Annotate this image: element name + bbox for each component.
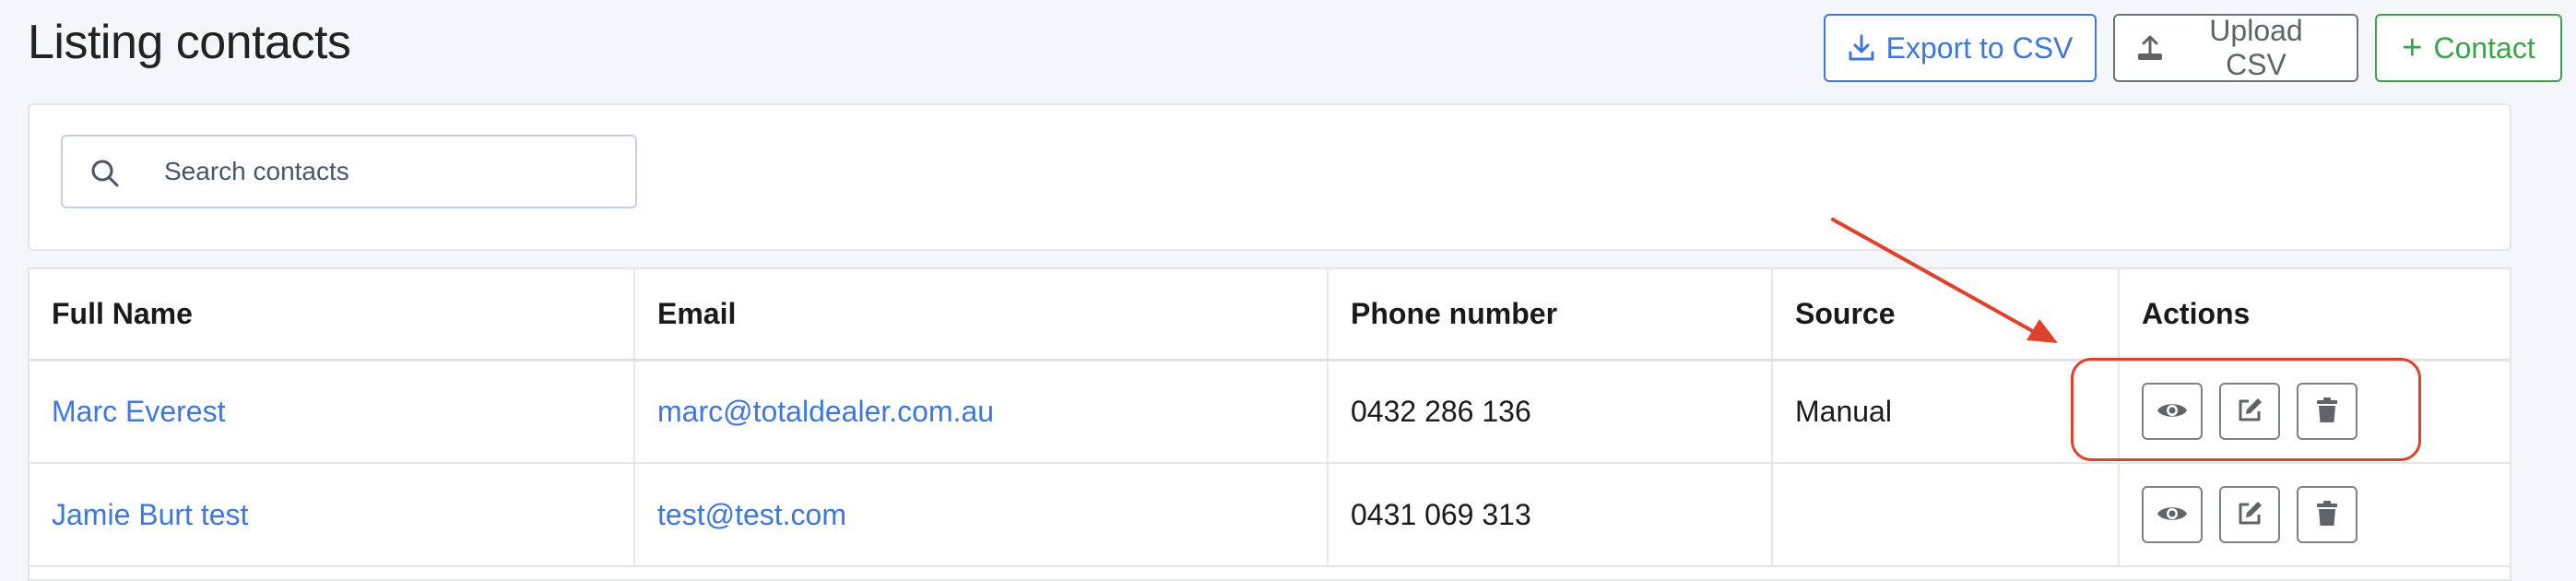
plus-icon: + [2402, 29, 2423, 67]
column-header-full-name[interactable]: Full Name [30, 269, 635, 362]
column-header-actions: Actions [2119, 269, 2510, 362]
contact-email-link[interactable]: marc@totaldealer.com.au [657, 395, 994, 428]
export-csv-label: Export to CSV [1885, 30, 2074, 65]
search-input[interactable] [162, 156, 609, 187]
search-icon [90, 159, 120, 193]
eye-icon [2157, 399, 2188, 424]
column-header-source[interactable]: Source [1772, 269, 2120, 362]
page-title: Listing contacts [28, 16, 351, 69]
upload-csv-label: Upload CSV [2209, 14, 2303, 81]
upload-icon [2135, 33, 2165, 63]
view-contact-button[interactable] [2142, 486, 2203, 543]
add-contact-label: Contact [2433, 30, 2535, 65]
contact-email-link[interactable]: test@test.com [657, 498, 846, 531]
contact-name-link[interactable]: Marc Everest [52, 395, 225, 428]
contact-name-link[interactable]: Jamie Burt test [52, 498, 248, 531]
table-row: Jamie Burt test test@test.com 0431 069 3… [30, 463, 2510, 567]
email-cell: test@test.com [634, 463, 1329, 567]
trash-icon [2316, 397, 2338, 426]
contacts-table: Full Name Email Phone number Source Acti… [30, 269, 2510, 567]
export-csv-button[interactable]: Export to CSV [1824, 14, 2097, 82]
view-contact-button[interactable] [2142, 383, 2203, 441]
edit-contact-button[interactable] [2219, 383, 2280, 441]
search-box[interactable] [61, 135, 637, 208]
phone-cell: 0431 069 313 [1328, 463, 1773, 567]
row-actions [2142, 486, 2487, 543]
edit-icon [2236, 500, 2263, 530]
upload-csv-button[interactable]: Upload CSV [2113, 14, 2358, 82]
actions-cell [2119, 463, 2510, 567]
table-row: Marc Everest marc@totaldealer.com.au 043… [30, 360, 2510, 464]
download-icon [1848, 33, 1875, 63]
full-name-cell: Marc Everest [30, 360, 635, 464]
delete-contact-button[interactable] [2297, 383, 2357, 441]
column-header-email[interactable]: Email [634, 269, 1329, 362]
source-cell: Manual [1772, 360, 2120, 464]
row-actions [2142, 383, 2487, 441]
source-cell [1772, 463, 2120, 567]
delete-contact-button[interactable] [2297, 486, 2357, 543]
search-panel [28, 103, 2511, 251]
edit-contact-button[interactable] [2219, 486, 2280, 543]
full-name-cell: Jamie Burt test [30, 463, 635, 567]
eye-icon [2157, 503, 2188, 528]
contacts-table-card: Full Name Email Phone number Source Acti… [28, 267, 2511, 581]
actions-cell [2119, 360, 2510, 464]
table-header-row: Full Name Email Phone number Source Acti… [30, 269, 2510, 362]
phone-cell: 0432 286 136 [1328, 360, 1773, 464]
email-cell: marc@totaldealer.com.au [634, 360, 1329, 464]
add-contact-button[interactable]: + Contact [2375, 14, 2562, 82]
column-header-phone[interactable]: Phone number [1328, 269, 1773, 362]
edit-icon [2236, 397, 2263, 427]
top-actions: Export to CSV Upload CSV + Contact [1824, 14, 2562, 82]
trash-icon [2316, 500, 2338, 529]
